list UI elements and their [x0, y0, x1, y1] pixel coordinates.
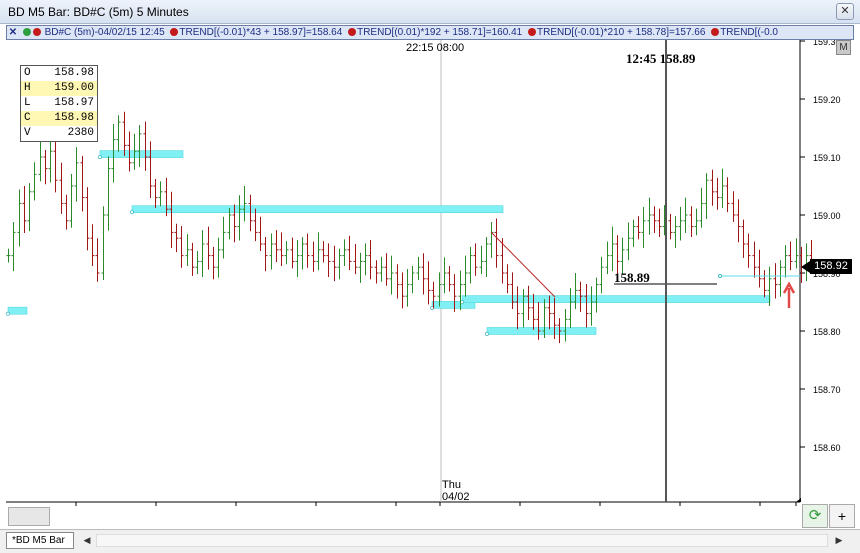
price-level-zone: [486, 327, 597, 335]
refresh-icon[interactable]: ⟳: [802, 504, 828, 528]
forecast-anchor: [717, 273, 723, 279]
red-dot-icon: [527, 28, 536, 36]
y-tick-label: 158.80: [813, 327, 841, 337]
study-item-trend-1[interactable]: TREND[(-0.01)*43 + 158.97]=158.64: [179, 27, 342, 38]
price-level-zone: [7, 306, 28, 315]
tab-bar: *BD M5 Bar ◀ ▶: [0, 529, 860, 553]
red-dot-icon: [32, 28, 41, 36]
close-window-button[interactable]: ✕: [836, 3, 854, 20]
m-button[interactable]: M: [836, 40, 851, 55]
session-timestamp: 22:15 08:00: [406, 42, 465, 54]
red-dot-icon: [170, 28, 179, 36]
study-item-symbol[interactable]: BD#C (5m)-04/02/15 12:45: [45, 27, 165, 38]
title-bar: BD M5 Bar: BD#C (5m) 5 Minutes ✕: [0, 0, 860, 24]
level-anchor: [6, 311, 10, 316]
ohlc-data-box: O 158.98 H 159.00 L 158.97 C 158.98 V 2380: [20, 65, 98, 142]
scroll-right-icon[interactable]: ▶: [832, 533, 846, 548]
ohlc-row-low: L 158.97: [24, 97, 94, 109]
window-title: BD M5 Bar: BD#C (5m) 5 Minutes: [8, 5, 189, 19]
ohlc-row-volume: V 2380: [24, 127, 94, 139]
green-dot-icon: [22, 28, 31, 36]
red-dot-icon: [348, 28, 357, 36]
plot-area: [6, 40, 800, 500]
close-study-icon[interactable]: ✕: [7, 26, 19, 39]
y-tick-label: 159.20: [813, 95, 841, 105]
y-tick-label: 158.60: [813, 443, 841, 453]
price-chart[interactable]: 159.30159.20159.10159.00158.90158.80158.…: [0, 40, 860, 510]
ohlc-row-open: O 158.98: [24, 67, 94, 79]
y-tick-label: 158.70: [813, 385, 841, 395]
time-range-box[interactable]: [8, 507, 50, 526]
price-level-zone: [99, 150, 184, 158]
price-line-label: 158.89: [614, 270, 650, 285]
y-tick-label: 159.10: [813, 153, 841, 163]
day-label: Thu: [442, 479, 461, 491]
last-price-flag-icon: [801, 261, 810, 273]
study-legend-bar: ✕ BD#C (5m)-04/02/15 12:45 TREND[(-0.01)…: [6, 25, 854, 40]
date-label: 04/02: [442, 491, 470, 503]
horizontal-scrollbar[interactable]: [96, 534, 828, 547]
study-item-trend-4[interactable]: TREND[(-0.0: [720, 27, 778, 38]
level-anchor: [485, 332, 489, 336]
price-level-zone: [131, 205, 504, 213]
study-item-trend-3[interactable]: TREND[(-0.01)*210 + 158.78]=157.66: [537, 27, 705, 38]
scroll-left-icon[interactable]: ◀: [80, 533, 94, 548]
last-price-label: 158.92: [810, 259, 852, 274]
level-anchor: [130, 210, 134, 215]
tab-bd-m5-bar[interactable]: *BD M5 Bar: [6, 532, 74, 549]
cursor-readout: 12:45 158.89: [626, 51, 696, 66]
ohlc-row-high: H 159.00: [21, 81, 97, 96]
y-tick-label: 159.00: [813, 211, 841, 221]
add-button[interactable]: +: [829, 504, 855, 528]
price-level-zone: [461, 295, 771, 303]
study-item-trend-2[interactable]: TREND[(0.01)*192 + 158.71]=160.41: [357, 27, 522, 38]
red-dot-icon: [711, 28, 720, 36]
level-anchor: [98, 155, 102, 160]
ohlc-row-close: C 158.98: [21, 111, 97, 126]
